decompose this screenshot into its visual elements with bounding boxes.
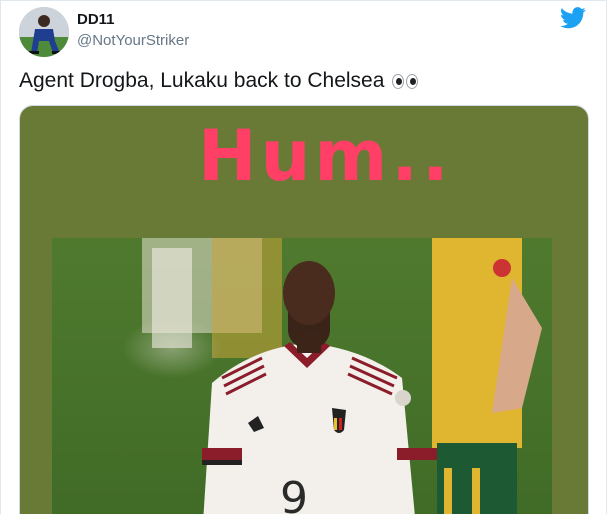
svg-text:9: 9 xyxy=(280,473,308,514)
footballer-photo: 9 xyxy=(52,238,552,514)
user-handle[interactable]: @NotYourStriker xyxy=(77,32,189,49)
tweet-card: DD11 @NotYourStriker Agent Drogba, Lukak… xyxy=(0,0,607,514)
user-avatar[interactable] xyxy=(19,7,69,57)
twitter-bird-icon[interactable] xyxy=(560,7,586,29)
tweet-media[interactable]: Hum.. 9 xyxy=(19,105,589,514)
tweet-text-content: Agent Drogba, Lukaku back to Chelsea xyxy=(19,69,385,92)
eyes-emoji xyxy=(392,73,419,89)
tweet-text: Agent Drogba, Lukaku back to Chelsea xyxy=(19,69,419,93)
user-display-name[interactable]: DD11 xyxy=(77,11,115,28)
eye-right xyxy=(406,73,419,89)
media-overlay-text: Hum.. xyxy=(198,115,453,197)
eye-left xyxy=(392,73,405,89)
